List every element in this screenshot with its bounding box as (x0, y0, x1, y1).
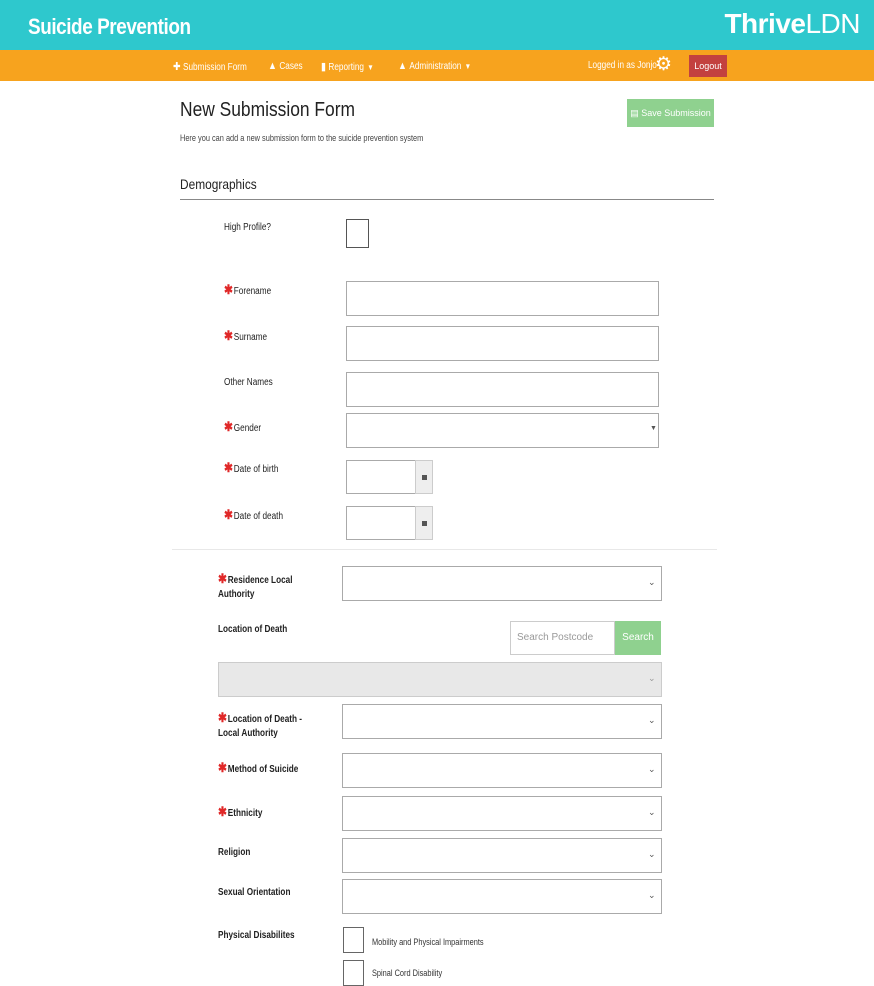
residence-la-label: ✱Residence Local Authority (218, 572, 292, 602)
chevron-down-icon: ⌄ (648, 807, 656, 817)
page-subtitle: Here you can add a new submission form t… (180, 133, 424, 143)
brand-logo-bold: Thrive (724, 8, 806, 39)
chevron-down-icon: ⌄ (648, 673, 656, 683)
forename-input[interactable] (346, 281, 659, 316)
gender-label: ✱Gender (224, 420, 261, 436)
dob-label: ✱Date of birth (224, 461, 278, 477)
dob-input[interactable] (346, 460, 416, 494)
sexual-orientation-select[interactable] (342, 879, 662, 914)
ethnicity-select[interactable] (342, 796, 662, 831)
surname-input[interactable] (346, 326, 659, 361)
dob-label-text: Date of birth (233, 464, 279, 475)
section-title-demographics: Demographics (180, 176, 257, 192)
header-bar: Suicide Prevention ThriveLDN (0, 0, 874, 50)
surname-label-text: Surname (233, 332, 268, 343)
location-of-death-select[interactable] (218, 662, 662, 697)
nav-cases-label: Cases (279, 61, 303, 72)
method-select[interactable] (342, 753, 662, 788)
postcode-search-button[interactable]: Search (615, 621, 661, 655)
required-asterisk-icon: ✱ (218, 571, 227, 586)
nav-bar: ✚ Submission Form ▲ Cases ▮ Reporting ▼ ▲ Adm… (0, 50, 874, 81)
chevron-down-icon: ⌄ (648, 715, 656, 725)
religion-label: Religion (218, 847, 251, 858)
required-asterisk-icon: ✱ (224, 419, 233, 434)
postcode-search-input[interactable]: Search Postcode (510, 621, 615, 655)
nav-administration[interactable]: ▲ Administration ▼ (398, 60, 471, 72)
sexual-orientation-label: Sexual Orientation (218, 887, 291, 898)
chevron-down-icon: ⌄ (648, 890, 656, 900)
method-label: ✱Method of Suicide (218, 761, 298, 777)
section-rule (180, 199, 714, 200)
app-title[interactable]: Suicide Prevention (28, 14, 191, 40)
required-asterisk-icon: ✱ (224, 460, 233, 475)
required-asterisk-icon: ✱ (224, 328, 233, 343)
required-asterisk-icon: ✱ (224, 507, 233, 522)
high-profile-label: High Profile? (224, 222, 271, 233)
section-divider (172, 549, 717, 550)
other-names-label: Other Names (224, 377, 273, 388)
home-icon: ▲ (268, 60, 277, 72)
chevron-down-icon: ⌄ (648, 849, 656, 859)
residence-la-label-line2: Authority (218, 589, 255, 600)
save-submission-label: Save Submission (641, 108, 711, 118)
disability-option-mobility: Mobility and Physical Impairments (372, 937, 484, 947)
lod-la-label-line2: Local Authority (218, 728, 278, 739)
chevron-down-icon: ⌄ (648, 764, 656, 774)
brand-logo-light: LDN (805, 8, 860, 39)
disability-checkbox-spinal[interactable] (343, 960, 364, 986)
logout-button[interactable]: Logout (689, 55, 727, 77)
plus-circle-icon: ✚ (173, 61, 181, 73)
ethnicity-label-text: Ethnicity (227, 808, 263, 819)
lod-la-label-line1: Location of Death - (227, 714, 303, 725)
surname-label: ✱Surname (224, 329, 267, 345)
method-label-text: Method of Suicide (227, 764, 299, 775)
chevron-down-icon: ⌄ (648, 577, 656, 587)
required-asterisk-icon: ✱ (218, 804, 227, 819)
location-of-death-label: Location of Death (218, 624, 288, 635)
cogs-icon[interactable]: ⚙ (655, 55, 672, 75)
disability-option-spinal: Spinal Cord Disability (372, 968, 443, 978)
lod-la-label: ✱Location of Death - Local Authority (218, 711, 302, 741)
disability-checkbox-mobility[interactable] (343, 927, 364, 953)
other-names-input[interactable] (346, 372, 659, 407)
nav-reporting[interactable]: ▮ Reporting ▼ (321, 60, 374, 73)
required-asterisk-icon: ✱ (224, 282, 233, 297)
nav-submission-form-label: Submission Form (183, 62, 247, 73)
religion-select[interactable] (342, 838, 662, 873)
page-title: New Submission Form (180, 99, 356, 121)
residence-la-label-line1: Residence Local (227, 575, 293, 586)
chevron-down-icon: ▼ (650, 425, 657, 432)
ethnicity-label: ✱Ethnicity (218, 805, 262, 821)
calendar-icon (422, 475, 427, 480)
required-asterisk-icon: ✱ (218, 760, 227, 775)
nav-administration-label: Administration (409, 61, 462, 72)
nav-submission-form[interactable]: ✚ Submission Form (173, 60, 247, 73)
forename-label-text: Forename (233, 286, 272, 297)
forename-label: ✱Forename (224, 283, 271, 299)
save-icon: ▤ (630, 108, 642, 118)
nav-reporting-label: Reporting (328, 62, 364, 73)
chevron-down-icon: ▼ (464, 62, 472, 71)
dod-calendar-button[interactable] (415, 506, 433, 540)
nav-cases[interactable]: ▲ Cases (268, 60, 303, 72)
lod-la-select[interactable] (342, 704, 662, 739)
required-asterisk-icon: ✱ (218, 710, 227, 725)
save-submission-button[interactable]: ▤ Save Submission (627, 99, 714, 127)
residence-la-select[interactable] (342, 566, 662, 601)
gender-label-text: Gender (233, 423, 262, 434)
high-profile-checkbox[interactable] (346, 219, 369, 248)
dod-input[interactable] (346, 506, 416, 540)
home-icon: ▲ (398, 60, 407, 72)
dod-label: ✱Date of death (224, 508, 283, 524)
dob-calendar-button[interactable] (415, 460, 433, 494)
gender-select[interactable] (346, 413, 659, 448)
physical-disabilities-label: Physical Disabilites (218, 930, 295, 941)
dod-label-text: Date of death (233, 511, 284, 522)
logged-in-text: Logged in as Jonjo (588, 60, 657, 71)
brand-logo: ThriveLDN (724, 8, 860, 40)
chevron-down-icon: ▼ (367, 63, 374, 72)
calendar-icon (422, 521, 427, 526)
bar-chart-icon: ▮ (321, 61, 326, 73)
